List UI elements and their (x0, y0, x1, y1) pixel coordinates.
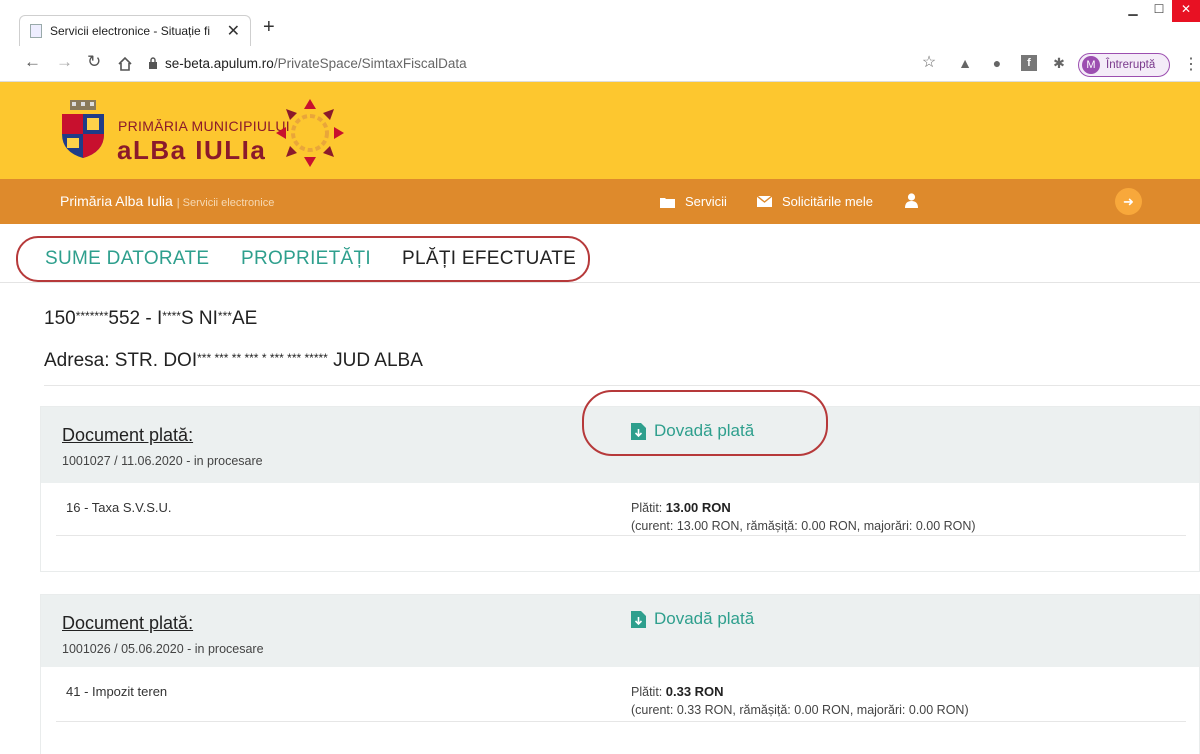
navbar-brand[interactable]: Primăria Alba Iulia | Servicii electroni… (60, 193, 274, 209)
proof-annotation-outline (582, 390, 828, 456)
payment-document-label: Document plată: (62, 613, 194, 633)
payment-detail: (curent: 0.33 RON, rămășiță: 0.00 RON, m… (631, 703, 969, 717)
star-icon[interactable]: ☆ (921, 55, 937, 71)
taxpayer-id-part: S NI (180, 308, 218, 329)
tab-sums-due[interactable]: SUME DATORATE (45, 248, 209, 270)
forward-icon[interactable]: → (56, 52, 73, 72)
address-part: Adresa: STR. DOI (44, 350, 198, 371)
taxpayer-id-mask: **** (162, 309, 181, 323)
paid-label: Plătit: (631, 685, 663, 699)
new-tab-button[interactable]: + (263, 16, 275, 39)
puzzle-icon[interactable]: ✱ (1051, 55, 1067, 71)
window-controls: ▁ ☐ ✕ (1120, 0, 1200, 22)
tab-close-icon[interactable]: ✕ (227, 21, 240, 41)
browser-menu-icon[interactable]: ⋮ (1183, 54, 1199, 74)
nav-services[interactable]: Servicii (660, 194, 727, 209)
divider (56, 721, 1186, 722)
payment-line-name: 16 - Taxa S.V.S.U. (66, 500, 172, 515)
minimize-button[interactable]: ▁ (1120, 0, 1146, 22)
payment-paid: Plătit: 13.00 RON (631, 500, 731, 515)
browser-toolbar: ← → ↻ se-beta.apulum.ro/PrivateSpace/Sim… (0, 46, 1200, 82)
taxpayer-id-part: AE (231, 308, 258, 329)
user-icon[interactable] (905, 193, 918, 208)
paid-amount: 13.00 RON (665, 500, 731, 515)
taxpayer-id-part: 150 (44, 308, 76, 329)
payment-document-meta: 1001026 / 05.06.2020 - in procesare (62, 642, 264, 656)
drive-icon[interactable]: ▲ (957, 55, 973, 71)
reload-icon[interactable]: ↻ (87, 52, 101, 72)
payment-paid: Plătit: 0.33 RON (631, 684, 724, 699)
extension-icon[interactable]: ● (989, 55, 1005, 71)
taxpayer-id-mask: *** (217, 309, 232, 323)
payment-line-name: 41 - Impozit teren (66, 684, 168, 699)
address-mask: *** *** ** *** * *** *** ***** (197, 351, 328, 365)
browser-tabstrip: Servicii electronice - Situație fisca ✕ … (0, 0, 1200, 46)
payment-card-header: Document plată: 1001026 / 05.06.2020 - i… (41, 595, 1199, 667)
site-navbar: Primăria Alba Iulia | Servicii electroni… (0, 179, 1200, 224)
nav-services-label: Servicii (685, 194, 727, 209)
navbar-brand-sub: | Servicii electronice (176, 197, 275, 209)
payment-document-meta: 1001027 / 11.06.2020 - in procesare (62, 454, 263, 468)
logout-icon[interactable]: ➜ (1115, 188, 1142, 215)
address-bar[interactable]: se-beta.apulum.ro/PrivateSpace/SimtaxFis… (165, 56, 467, 71)
sun-logo (276, 99, 344, 167)
payment-card: Document plată: 1001026 / 05.06.2020 - i… (40, 594, 1200, 754)
brand-title: aLBa IULIa (117, 135, 267, 165)
tab-properties[interactable]: PROPRIETĂȚI (241, 248, 371, 270)
taxpayer-identifier: 150*******552 - I****S NI***AE (44, 308, 257, 330)
lock-icon[interactable] (148, 57, 158, 69)
payment-proof-label: Dovadă plată (654, 609, 755, 628)
document-download-icon (631, 610, 646, 628)
paid-label: Plătit: (631, 501, 663, 515)
url-host: se-beta.apulum.ro (165, 56, 274, 71)
nav-my-requests[interactable]: Solicitările mele (757, 194, 873, 209)
payment-detail: (curent: 13.00 RON, rămășiță: 0.00 RON, … (631, 519, 976, 533)
payment-proof-link[interactable]: Dovadă plată (631, 609, 754, 629)
window-close-button[interactable]: ✕ (1172, 0, 1200, 22)
section-tabs: SUME DATORATE PROPRIETĂȚI PLĂȚI EFECTUAT… (0, 224, 1200, 283)
facebook-icon[interactable]: f (1021, 55, 1037, 71)
maximize-button[interactable]: ☐ (1146, 0, 1172, 22)
divider (56, 535, 1186, 536)
back-icon[interactable]: ← (24, 52, 41, 72)
taxpayer-id-mask: ******* (75, 309, 109, 323)
envelope-icon (757, 196, 772, 207)
folder-icon (660, 197, 675, 208)
browser-tab[interactable]: Servicii electronice - Situație fisca ✕ (19, 15, 251, 46)
profile-button[interactable]: M Întreruptă (1078, 53, 1170, 77)
address-part: JUD ALBA (327, 350, 423, 371)
site-header: PRIMĂRIA MUNICIPIULUI aLBa IULIa (0, 82, 1200, 179)
taxpayer-id-part: 552 - I (108, 308, 163, 329)
paid-amount: 0.33 RON (665, 684, 724, 699)
browser-tab-title: Servicii electronice - Situație fisca (50, 24, 210, 38)
navbar-brand-name: Primăria Alba Iulia (60, 193, 173, 209)
nav-my-requests-label: Solicitările mele (782, 194, 874, 209)
avatar: M (1082, 56, 1100, 74)
profile-status-label: Întreruptă (1106, 59, 1156, 71)
url-path: /PrivateSpace/SimtaxFiscalData (273, 56, 467, 71)
home-icon[interactable] (117, 56, 133, 72)
divider (44, 385, 1200, 386)
city-crest-logo[interactable] (60, 98, 106, 160)
taxpayer-address: Adresa: STR. DOI*** *** ** *** * *** ***… (44, 350, 423, 372)
tab-payments-made[interactable]: PLĂȚI EFECTUATE (402, 248, 576, 270)
payment-document-label: Document plată: (62, 425, 194, 445)
brand-subtitle: PRIMĂRIA MUNICIPIULUI (118, 118, 290, 134)
page-favicon-icon (30, 24, 42, 38)
